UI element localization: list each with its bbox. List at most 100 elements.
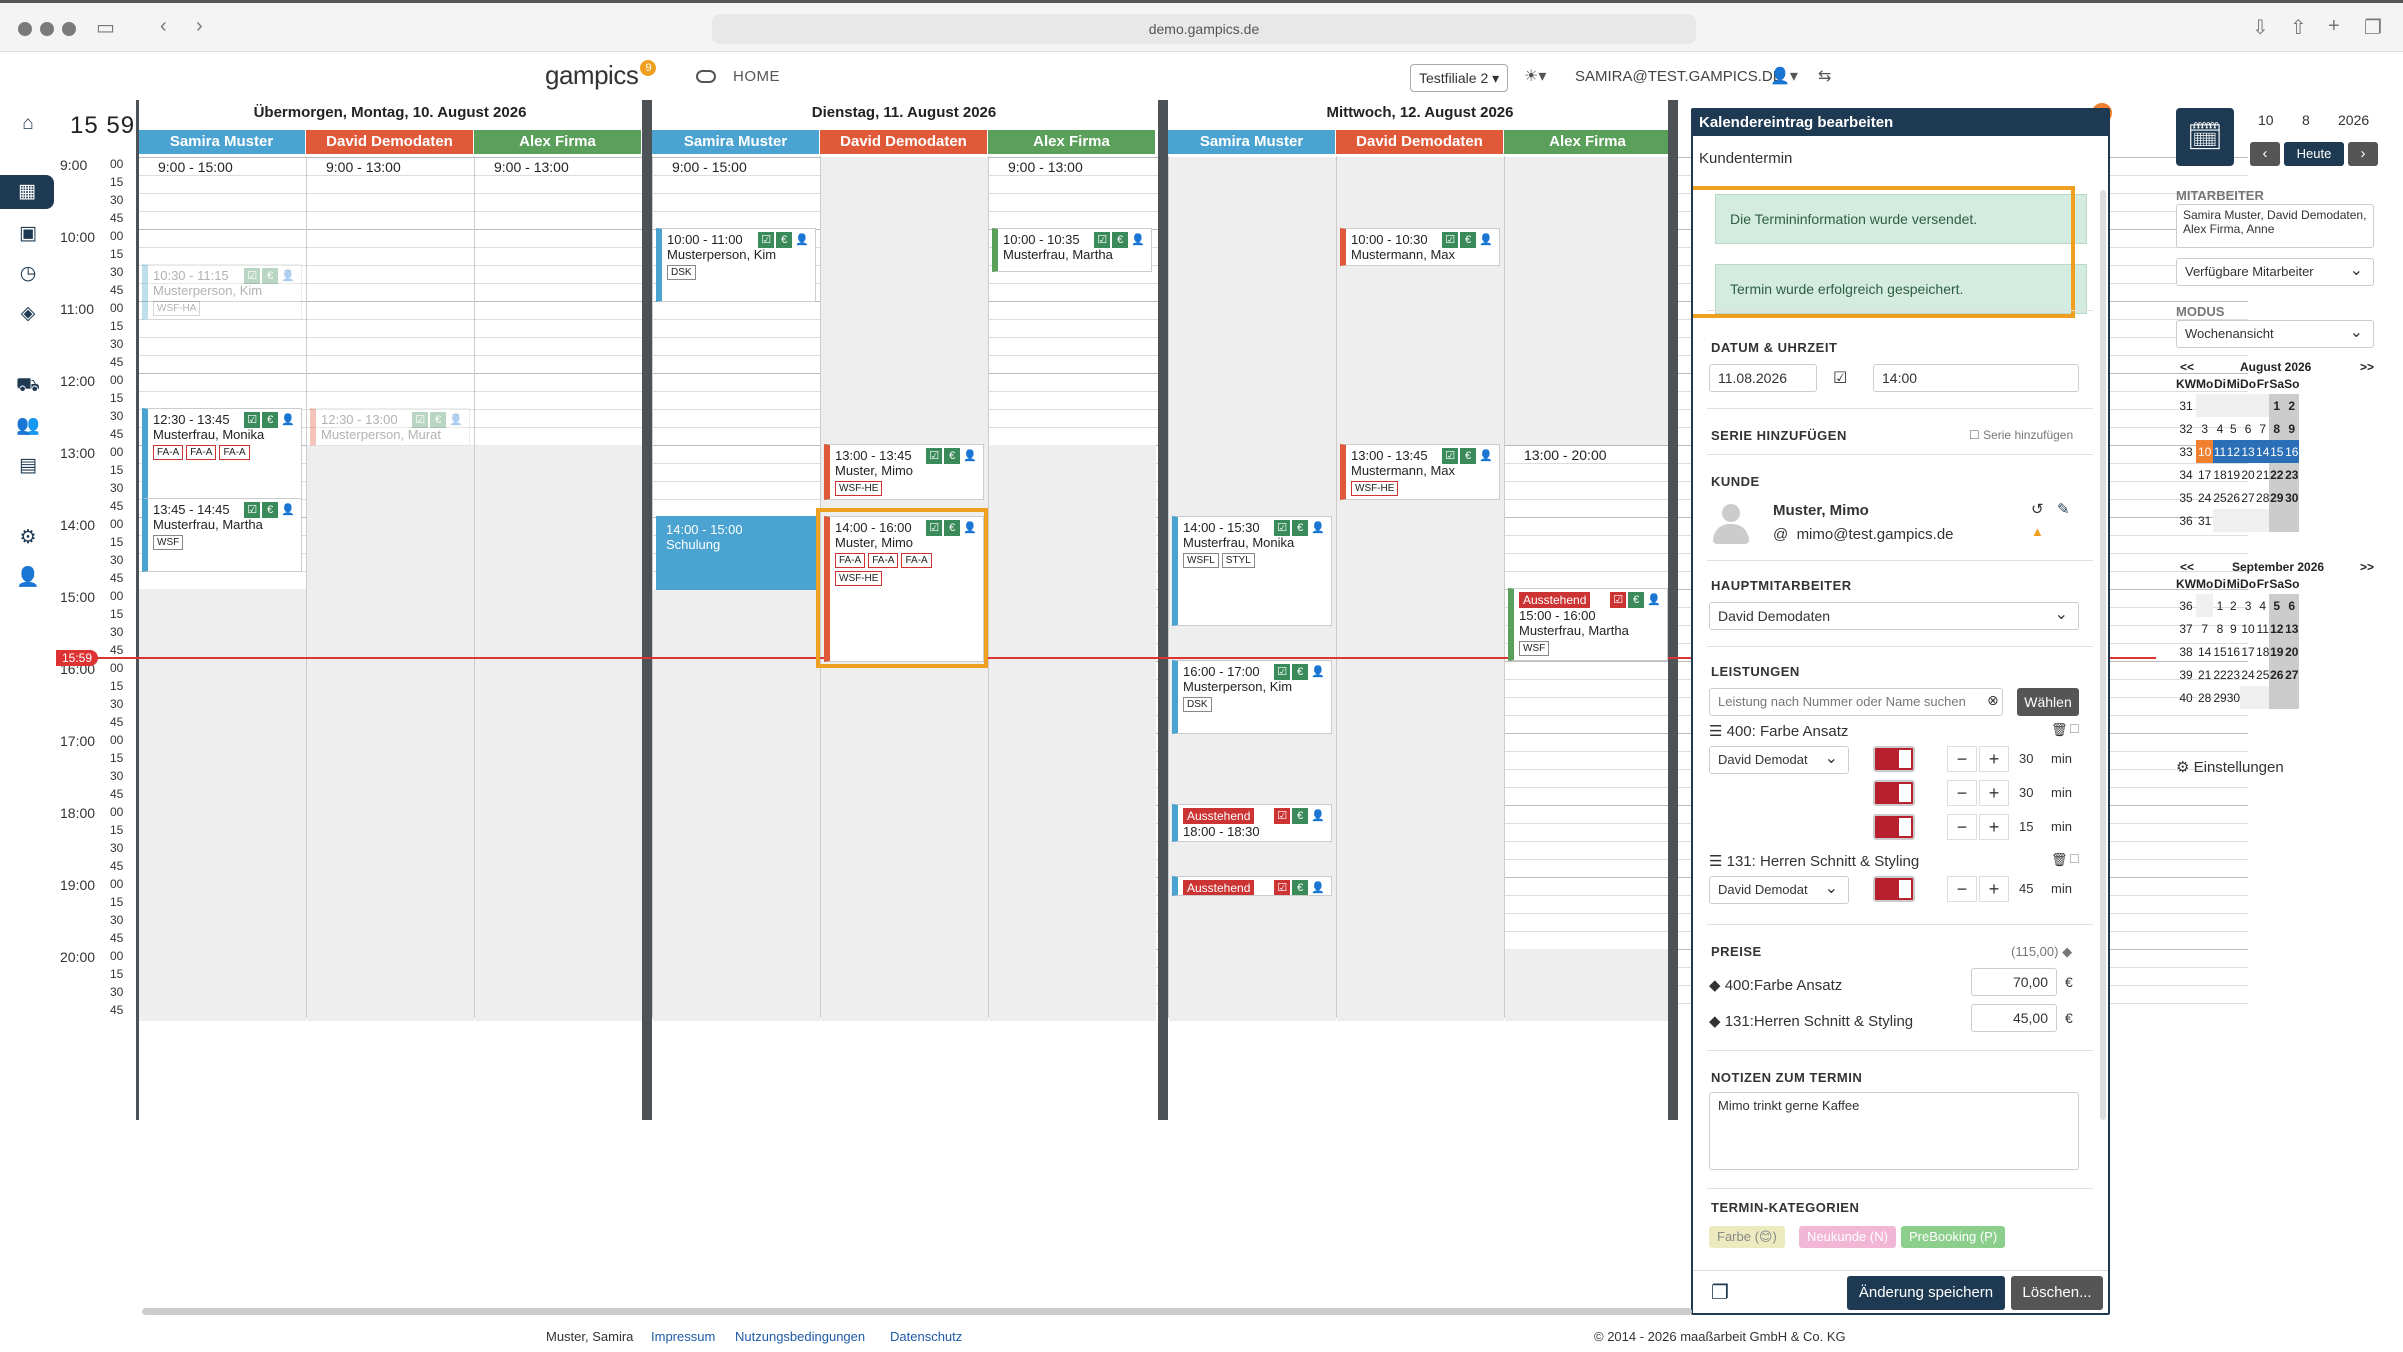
month-field[interactable]: 8 — [2302, 112, 2310, 128]
user-icon[interactable]: 👤▾ — [1770, 66, 1798, 86]
mini-cal-day[interactable] — [2256, 394, 2270, 417]
mini-cal-day[interactable] — [2213, 509, 2227, 532]
mini-cal-day[interactable] — [2196, 394, 2214, 417]
date-input[interactable]: 11.08.2026 — [1709, 364, 1817, 392]
download-icon[interactable]: ⇩ — [2252, 15, 2269, 40]
staff-column-header[interactable]: Samira Muster — [1168, 130, 1335, 154]
mini-cal-day[interactable]: 26 — [2269, 663, 2285, 686]
mini-cal-day[interactable]: 21 — [2256, 463, 2269, 486]
decrease-duration-button[interactable]: − — [1947, 746, 1977, 772]
mini-cal-day[interactable]: 20 — [2240, 463, 2256, 486]
duration-value[interactable]: 30 — [2019, 751, 2033, 766]
mini-cal-day[interactable]: 14 — [2256, 440, 2270, 463]
impressum-link[interactable]: Impressum — [651, 1329, 715, 1344]
service-color-swatch[interactable] — [1873, 814, 1915, 840]
tabs-overview-icon[interactable]: ❐ — [2364, 15, 2382, 40]
staff-column-header[interactable]: Alex Firma — [1504, 130, 1671, 154]
mini-cal-day[interactable]: 13 — [2240, 440, 2257, 463]
day-header[interactable]: Übermorgen, Montag, 10. August 2026 — [138, 104, 642, 121]
forward-icon[interactable]: › — [196, 15, 203, 38]
appointment[interactable]: 10:00 - 10:35 Musterfrau, Martha ☑ € 👤 — [992, 228, 1152, 272]
staff-column-header[interactable]: Alex Firma — [988, 130, 1155, 154]
delete-button[interactable]: Löschen... — [2011, 1276, 2103, 1310]
day-header[interactable]: Dienstag, 11. August 2026 — [652, 104, 1156, 121]
mini-cal-day[interactable]: 22 — [2269, 463, 2285, 486]
main-staff-select[interactable]: David Demodaten — [1709, 602, 2079, 630]
mini-cal-day[interactable]: 21 — [2196, 663, 2213, 686]
mini-cal-day[interactable]: 23 — [2284, 463, 2300, 486]
staff-column-header[interactable]: David Demodaten — [1336, 130, 1503, 154]
mini-cal-day[interactable]: 3 — [2196, 417, 2213, 440]
mini-cal-day[interactable]: 10 — [2240, 617, 2256, 640]
appointment[interactable]: 16:00 - 17:00 Musterperson, Kim DSK ☑ € 👤 — [1172, 660, 1332, 734]
mini-cal-day[interactable]: 11 — [2256, 617, 2269, 640]
home-icon[interactable]: ⌂ — [0, 107, 56, 141]
privacy-link[interactable]: Datenschutz — [890, 1329, 962, 1344]
address-bar[interactable]: demo.gampics.de — [712, 14, 1696, 44]
customer-email-row[interactable]: @ mimo@test.gampics.de — [1773, 526, 1954, 543]
appointment[interactable]: Ausstehend ☑ € 👤 — [1172, 876, 1332, 896]
panel-scrollbar[interactable] — [2100, 190, 2106, 1120]
mini-cal-day[interactable]: 5 — [2269, 594, 2285, 617]
app-logo[interactable]: gampics 9 — [545, 60, 657, 91]
week-row[interactable]: 33 10 11 12 13 14 15 16 — [2176, 440, 2300, 463]
week-row[interactable]: 35 24 25 26 27 28 29 30 — [2176, 486, 2300, 509]
appointment[interactable]: 14:00 - 15:30 Musterfrau, Monika WSFL STYL ☑… — [1172, 516, 1332, 626]
duration-value[interactable]: 15 — [2019, 819, 2033, 834]
service-1-checkbox[interactable]: ☐ — [2069, 722, 2080, 736]
week-row[interactable]: 31 1 2 — [2176, 394, 2300, 417]
mini-cal-day[interactable]: 6 — [2240, 417, 2256, 440]
user-menu[interactable]: SAMIRA@TEST.GAMPICS.DE — [1575, 68, 1783, 85]
price-2-input[interactable]: 45,00 — [1971, 1004, 2057, 1032]
appointment[interactable]: 13:00 - 13:45 Muster, Mimo WSF-HE ☑ € 👤 — [824, 444, 984, 500]
mini-cal-day[interactable]: 22 — [2213, 663, 2226, 686]
category-color[interactable]: Farbe (😊) — [1709, 1226, 1785, 1248]
service-1-staff-select[interactable]: David Demodat — [1709, 746, 1849, 774]
mini-cal-day[interactable]: 27 — [2240, 486, 2256, 509]
delete-service-1-icon[interactable]: 🗑 — [2051, 722, 2068, 738]
service-color-swatch[interactable] — [1873, 876, 1915, 902]
week-row[interactable]: 39 21 22 23 24 25 26 27 — [2176, 663, 2300, 686]
week-row[interactable]: 32 3 4 5 6 7 8 9 — [2176, 417, 2300, 440]
today-button[interactable]: Heute — [2284, 142, 2344, 166]
mini-cal-day[interactable] — [2269, 686, 2285, 709]
mini-cal-day[interactable]: 24 — [2240, 663, 2256, 686]
decrease-duration-button[interactable]: − — [1947, 876, 1977, 902]
appointment[interactable]: 13:00 - 13:45 Mustermann, Max WSF-HE ☑ € 👤 — [1340, 444, 1500, 500]
mini-cal-day[interactable]: 6 — [2284, 594, 2300, 617]
week-row[interactable]: 38 14 15 16 17 18 19 20 — [2176, 640, 2300, 663]
zoom-window-button[interactable] — [62, 22, 76, 36]
mini-cal-day[interactable]: 3 — [2240, 594, 2256, 617]
mini-cal-day[interactable]: 10 — [2196, 440, 2214, 463]
sidebar-toggle-icon[interactable]: ▭ — [96, 15, 115, 40]
duration-value[interactable]: 45 — [2019, 881, 2033, 896]
mini-cal-day[interactable]: 29 — [2269, 486, 2285, 509]
settings-gear-icon[interactable]: ⚙ — [0, 521, 56, 555]
mini-cal-day[interactable] — [2284, 686, 2300, 709]
service-color-swatch[interactable] — [1873, 780, 1915, 806]
increase-duration-button[interactable]: + — [1979, 746, 2009, 772]
decrease-duration-button[interactable]: − — [1947, 780, 1977, 806]
day-field[interactable]: 10 — [2258, 112, 2274, 128]
menu-toggle-icon[interactable] — [696, 70, 716, 83]
mini-cal-day[interactable]: 15 — [2269, 440, 2285, 463]
week-row[interactable]: 36 1 2 3 4 5 6 — [2176, 594, 2300, 617]
tags-icon[interactable]: ◈ — [0, 297, 56, 331]
mini-cal-day[interactable] — [2226, 394, 2241, 417]
minimize-window-button[interactable] — [40, 22, 54, 36]
mini-cal-day[interactable] — [2284, 509, 2300, 532]
increase-duration-button[interactable]: + — [1979, 780, 2009, 806]
increase-duration-button[interactable]: + — [1979, 814, 2009, 840]
appointment[interactable]: 14:00 - 15:00 Schulung — [656, 516, 816, 590]
contacts-icon[interactable]: ▤ — [0, 449, 56, 483]
mini-cal-day[interactable]: 7 — [2256, 417, 2269, 440]
mini-cal-day[interactable]: 15 — [2213, 640, 2226, 663]
staff-column-header[interactable]: Alex Firma — [474, 130, 641, 154]
mini-cal-day[interactable]: 4 — [2256, 594, 2269, 617]
mini-cal-day[interactable]: 29 — [2213, 686, 2226, 709]
staff-column-header[interactable]: David Demodaten — [306, 130, 473, 154]
category-new-customer[interactable]: Neukunde (N) — [1799, 1226, 1896, 1248]
mini-cal-day[interactable]: 1 — [2269, 394, 2285, 417]
choose-service-button[interactable]: Wählen — [2017, 688, 2079, 716]
series-checkbox[interactable]: ☐ Serie hinzufügen — [1969, 428, 2073, 442]
